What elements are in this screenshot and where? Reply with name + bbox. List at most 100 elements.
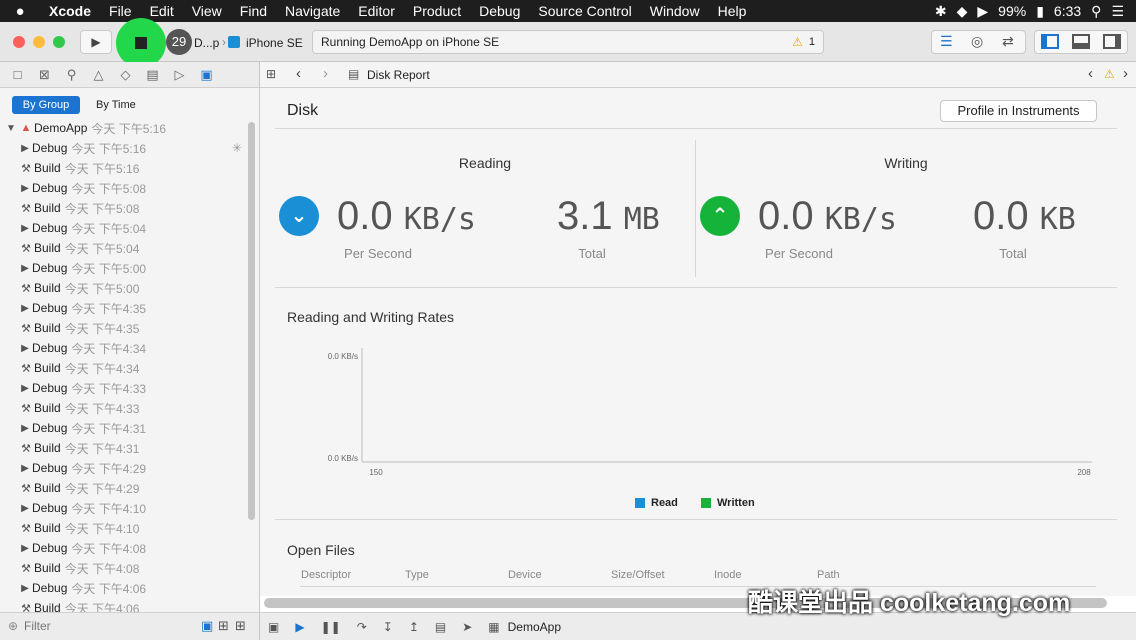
standard-editor-icon[interactable]: ☰ — [940, 33, 953, 50]
disclosure-triangle-icon[interactable]: ▶ — [18, 303, 32, 314]
report-list-item[interactable]: ▶ Debug 今天 下午4:10 — [0, 498, 260, 518]
menu-find[interactable]: Find — [231, 3, 276, 19]
report-list-item[interactable]: ⚒ Build 今天 下午4:31 — [0, 438, 260, 458]
profile-in-instruments-button[interactable]: Profile in Instruments — [940, 100, 1097, 122]
issue-warning-icon[interactable]: ⚠ — [1104, 67, 1115, 81]
report-list-item[interactable]: ⚒ Build 今天 下午4:10 — [0, 518, 260, 538]
close-window-button[interactable] — [13, 36, 25, 48]
breakpoint-navigator-icon[interactable]: ▷ — [170, 67, 189, 83]
apple-menu-icon[interactable]: ● — [0, 3, 40, 20]
version-editor-icon[interactable]: ⇄ — [1002, 33, 1014, 50]
report-list-item[interactable]: ⚒ Build 今天 下午5:08 — [0, 198, 260, 218]
report-list-item[interactable]: ⚒ Build 今天 下午4:35 — [0, 318, 260, 338]
menu-edit[interactable]: Edit — [141, 3, 183, 19]
scheme-selector[interactable]: D...p — [194, 36, 219, 50]
stop-button-highlight[interactable] — [116, 18, 166, 68]
disclosure-triangle-icon[interactable]: ▶ — [18, 223, 32, 234]
report-list-item[interactable]: ▶ Debug 今天 下午4:31 — [0, 418, 260, 438]
warning-icon[interactable]: ⚠ — [792, 35, 803, 49]
related-items-icon[interactable]: ⊞ — [266, 67, 276, 81]
filter-recent-icon[interactable]: ▣ — [201, 618, 213, 634]
report-list-item[interactable]: ▶ Debug 今天 下午5:08 — [0, 178, 260, 198]
disclosure-triangle-icon[interactable]: ▶ — [18, 543, 32, 554]
step-over-icon[interactable]: ↷ — [357, 620, 367, 634]
filter-input[interactable] — [24, 618, 194, 634]
report-list-item[interactable]: ⚒ Build 今天 下午4:34 — [0, 358, 260, 378]
jump-bar-title[interactable]: Disk Report — [367, 68, 430, 82]
battery-icon[interactable]: ▮ — [1036, 3, 1044, 20]
report-list-item[interactable]: ▶ Debug 今天 下午4:06 — [0, 578, 260, 598]
menu-view[interactable]: View — [183, 3, 231, 19]
disclosure-triangle-icon[interactable]: ▶ — [18, 463, 32, 474]
forward-button[interactable]: › — [323, 65, 328, 82]
find-navigator-icon[interactable]: ⚲ — [62, 67, 81, 83]
zoom-window-button[interactable] — [53, 36, 65, 48]
notification-center-icon[interactable]: ☰ — [1111, 3, 1124, 20]
menu-xcode[interactable]: Xcode — [40, 3, 100, 19]
menu-file[interactable]: File — [100, 3, 141, 19]
navigator-scrollbar[interactable] — [248, 122, 255, 520]
battery-percent[interactable]: 99% — [998, 3, 1026, 19]
volume-icon[interactable]: ▶ — [977, 3, 988, 20]
report-list-item[interactable]: ▶ Debug 今天 下午4:35 — [0, 298, 260, 318]
device-selector[interactable]: iPhone SE — [246, 36, 303, 50]
menu-help[interactable]: Help — [709, 3, 756, 19]
debug-area-toggle-icon[interactable] — [1072, 34, 1090, 49]
hide-debug-area-icon[interactable]: ▣ — [268, 620, 279, 634]
disclosure-triangle-icon[interactable]: ▶ — [18, 263, 32, 274]
clock[interactable]: 6:33 — [1054, 3, 1081, 19]
previous-issue-button[interactable]: ‹ — [1088, 65, 1093, 82]
by-group-tab[interactable]: By Group — [12, 96, 80, 114]
warning-count[interactable]: 1 — [809, 36, 815, 48]
breakpoints-toggle-icon[interactable]: ▶ — [295, 620, 304, 634]
column-header-descriptor[interactable]: Descriptor — [301, 569, 351, 581]
disclosure-triangle-icon[interactable]: ▶ — [18, 143, 32, 154]
report-list-item[interactable]: ⚒ Build 今天 下午4:29 — [0, 478, 260, 498]
assistant-editor-icon[interactable]: ◎ — [971, 33, 983, 50]
menu-debug[interactable]: Debug — [470, 3, 529, 19]
report-list-item[interactable]: ⚒ Build 今天 下午5:00 — [0, 278, 260, 298]
disclosure-triangle-icon[interactable]: ▶ — [18, 183, 32, 194]
filter-scope-icon[interactable]: ⊞ — [218, 618, 229, 634]
back-button[interactable]: ‹ — [296, 65, 301, 82]
disclosure-triangle-icon[interactable]: ▶ — [18, 583, 32, 594]
column-header-path[interactable]: Path — [817, 569, 840, 581]
report-list-item[interactable]: ▶ Debug 今天 下午4:08 — [0, 538, 260, 558]
report-list-item[interactable]: ⚒ Build 今天 下午5:16 — [0, 158, 260, 178]
utilities-toggle-icon[interactable] — [1103, 34, 1121, 49]
spotlight-search-icon[interactable]: ⚲ — [1091, 3, 1101, 20]
report-list-item[interactable]: ▶ Debug 今天 下午5:04 — [0, 218, 260, 238]
report-list-item[interactable]: ⚒ Build 今天 下午4:08 — [0, 558, 260, 578]
symbol-navigator-icon[interactable]: ⊠ — [35, 67, 54, 83]
menu-product[interactable]: Product — [404, 3, 470, 19]
run-button[interactable]: ▶ — [80, 30, 112, 54]
minimize-window-button[interactable] — [33, 36, 45, 48]
report-list-item[interactable]: ⚒ Build 今天 下午4:33 — [0, 398, 260, 418]
column-header-inode[interactable]: Inode — [714, 569, 742, 581]
column-header-device[interactable]: Device — [508, 569, 542, 581]
disclosure-triangle-icon[interactable]: ▶ — [18, 503, 32, 514]
disclosure-triangle-icon[interactable]: ▶ — [18, 423, 32, 434]
test-navigator-icon[interactable]: ◇ — [116, 67, 135, 83]
project-row[interactable]: ▼ ▲ DemoApp 今天 下午5:16 — [0, 118, 260, 138]
column-header-size-offset[interactable]: Size/Offset — [611, 569, 665, 581]
report-list-item[interactable]: ⚒ Build 今天 下午5:04 — [0, 238, 260, 258]
filter-issues-icon[interactable]: ⊞ — [235, 618, 246, 634]
disclosure-triangle-icon[interactable]: ▶ — [18, 383, 32, 394]
bluetooth-icon[interactable]: ✱ — [935, 3, 947, 20]
report-list-item[interactable]: ▶ Debug 今天 下午4:33 — [0, 378, 260, 398]
wifi-icon[interactable]: ◆ — [957, 3, 968, 20]
issue-navigator-icon[interactable]: △ — [89, 67, 108, 83]
menu-navigate[interactable]: Navigate — [276, 3, 349, 19]
report-list-item[interactable]: ▶ Debug 今天 下午5:16 ✳ — [0, 138, 260, 158]
step-into-icon[interactable]: ↧ — [383, 620, 393, 634]
disclosure-triangle-icon[interactable]: ▶ — [18, 343, 32, 354]
step-out-icon[interactable]: ↥ — [409, 620, 419, 634]
report-list-item[interactable]: ▶ Debug 今天 下午5:00 — [0, 258, 260, 278]
next-issue-button[interactable]: › — [1123, 65, 1128, 82]
navigator-toggle-icon[interactable] — [1041, 34, 1059, 49]
debug-navigator-icon[interactable]: ▤ — [143, 67, 162, 83]
pause-icon[interactable]: ❚❚ — [321, 620, 341, 634]
menu-source-control[interactable]: Source Control — [529, 3, 640, 19]
by-time-tab[interactable]: By Time — [96, 96, 136, 114]
